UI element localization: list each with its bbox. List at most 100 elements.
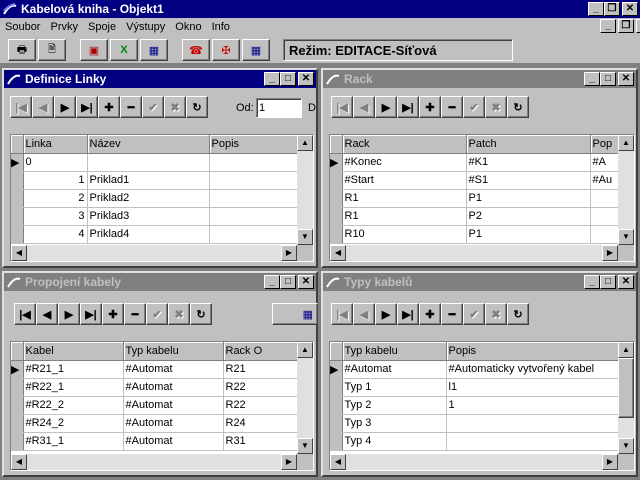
print-preview-button[interactable]: 🗎 [38, 39, 66, 61]
mdi-close-button[interactable]: ✕ [636, 19, 640, 33]
cell[interactable]: Typ 1 [342, 378, 447, 397]
cell[interactable]: #Automat [123, 432, 224, 451]
column-header[interactable]: Pop [590, 135, 620, 154]
cell[interactable]: #R24_2 [23, 414, 124, 433]
first-record-button[interactable]: |◀ [331, 303, 353, 325]
first-record-button[interactable]: |◀ [331, 96, 353, 118]
refresh-records-button[interactable]: ↻ [507, 303, 529, 325]
column-header[interactable]: Linka [23, 135, 88, 154]
table-row[interactable]: 2 Priklad2 [11, 189, 299, 208]
typy-titlebar[interactable]: Typy kabelů _ □ ✕ [323, 273, 636, 291]
cancel-record-button[interactable]: ✖ [485, 96, 507, 118]
cell[interactable] [590, 189, 620, 208]
next-record-button[interactable]: ▶ [54, 96, 76, 118]
table-row[interactable]: R1 P1 [330, 189, 620, 208]
cell[interactable]: P1 [466, 189, 591, 208]
cell[interactable]: 1 [23, 171, 88, 190]
cell[interactable] [209, 171, 299, 190]
menu-okno[interactable]: Okno [170, 21, 206, 33]
cell[interactable]: P1 [466, 225, 591, 244]
cell[interactable]: Priklad1 [87, 171, 210, 190]
menu-soubor[interactable]: Soubor [0, 21, 45, 33]
print-button[interactable]: 🖶 [8, 39, 36, 61]
cell[interactable]: #Automaticky vytvořený kabel [446, 360, 620, 379]
column-header[interactable]: Typ kabelu [342, 342, 447, 361]
cell[interactable]: #R22_1 [23, 378, 124, 397]
excel-button[interactable]: X [110, 39, 138, 61]
cancel-record-button[interactable]: ✖ [485, 303, 507, 325]
refresh-records-button[interactable]: ↻ [186, 96, 208, 118]
scroll-left-icon[interactable]: ◀ [11, 454, 27, 470]
refresh-records-button[interactable]: ↻ [190, 303, 212, 325]
column-header[interactable]: Patch [466, 135, 591, 154]
grid-view-button[interactable]: ▦ [272, 303, 318, 325]
table-row[interactable]: Typ 21 [330, 396, 620, 415]
close-button[interactable]: ✕ [298, 275, 314, 289]
column-header[interactable]: Popis [446, 342, 620, 361]
cell[interactable]: R21 [223, 360, 299, 379]
cell[interactable]: #R21_1 [23, 360, 124, 379]
cancel-record-button[interactable]: ✖ [168, 303, 190, 325]
horizontal-scrollbar[interactable]: ◀ ▶ [330, 245, 618, 261]
minimize-button[interactable]: _ [264, 275, 280, 289]
cell[interactable] [590, 225, 620, 244]
scroll-down-icon[interactable]: ▼ [297, 438, 313, 454]
horizontal-scrollbar[interactable]: ◀ ▶ [330, 454, 618, 470]
cell[interactable]: R22 [223, 396, 299, 415]
table-row[interactable]: Typ 1 l1 [330, 378, 620, 397]
cell[interactable] [446, 432, 620, 451]
mdi-restore-button[interactable]: ❐ [618, 19, 634, 33]
od-input[interactable]: 1 [256, 98, 302, 118]
table-row[interactable]: #R22_2 #Automat R22 [11, 396, 299, 415]
scroll-left-icon[interactable]: ◀ [11, 245, 27, 261]
vertical-scrollbar[interactable]: ▲ ▼ [297, 135, 313, 245]
table-row[interactable]: #R24_2 #Automat R24 [11, 414, 299, 433]
menu-spoje[interactable]: Spoje [83, 21, 121, 33]
cell[interactable]: #Automat [123, 360, 224, 379]
scroll-right-icon[interactable]: ▶ [281, 454, 297, 470]
cell[interactable]: #Automat [123, 378, 224, 397]
menu-vystupy[interactable]: Výstupy [121, 21, 170, 33]
scroll-right-icon[interactable]: ▶ [602, 245, 618, 261]
close-button[interactable]: ✕ [298, 72, 314, 86]
table-row[interactable]: #Start #S1 #Au [330, 171, 620, 190]
maximize-button[interactable]: □ [600, 72, 616, 86]
horizontal-scrollbar[interactable]: ◀ ▶ [11, 245, 297, 261]
cell[interactable]: #Au [590, 171, 620, 190]
post-record-button[interactable]: ✔ [146, 303, 168, 325]
table-row[interactable]: R1 P2 [330, 207, 620, 226]
definice-grid[interactable]: Linka Název Popis ▶ 0 1 Priklad1 2 Priklad2 3… [10, 134, 314, 262]
scroll-right-icon[interactable]: ▶ [602, 454, 618, 470]
propojeni-titlebar[interactable]: Propojení kabely _ □ ✕ [4, 273, 316, 291]
cell[interactable]: #Konec [342, 153, 467, 172]
scroll-thumb[interactable] [618, 358, 634, 418]
cell[interactable]: 2 [23, 189, 88, 208]
scroll-left-icon[interactable]: ◀ [330, 454, 346, 470]
column-header[interactable]: Typ kabelu [123, 342, 224, 361]
table-row[interactable]: Typ 4 [330, 432, 620, 451]
cell[interactable]: P2 [466, 207, 591, 226]
cell[interactable]: R22 [223, 378, 299, 397]
maximize-button[interactable]: □ [600, 275, 616, 289]
cell[interactable]: #A [590, 153, 620, 172]
cell[interactable]: #S1 [466, 171, 591, 190]
cell[interactable]: 4 [23, 225, 88, 244]
prior-record-button[interactable]: ◀ [353, 96, 375, 118]
vertical-scrollbar[interactable]: ▲ ▼ [618, 135, 634, 245]
cell[interactable]: Priklad2 [87, 189, 210, 208]
insert-record-button[interactable]: ✚ [102, 303, 124, 325]
table-row[interactable]: #R31_1 #Automat R31 [11, 432, 299, 451]
calendar-button[interactable]: ▦ [242, 39, 270, 61]
menu-prvky[interactable]: Prvky [45, 21, 83, 33]
cell[interactable]: #Automat [342, 360, 447, 379]
app-close-button[interactable]: ✕ [622, 2, 638, 16]
app-restore-button[interactable]: ❐ [604, 2, 620, 16]
scroll-down-icon[interactable]: ▼ [618, 229, 634, 245]
cell[interactable]: Priklad3 [87, 207, 210, 226]
app-minimize-button[interactable]: _ [588, 2, 604, 16]
cell[interactable] [590, 207, 620, 226]
table-row[interactable]: #R22_1 #Automat R22 [11, 378, 299, 397]
cell[interactable]: #R22_2 [23, 396, 124, 415]
last-record-button[interactable]: ▶| [397, 96, 419, 118]
cell[interactable] [87, 153, 210, 172]
